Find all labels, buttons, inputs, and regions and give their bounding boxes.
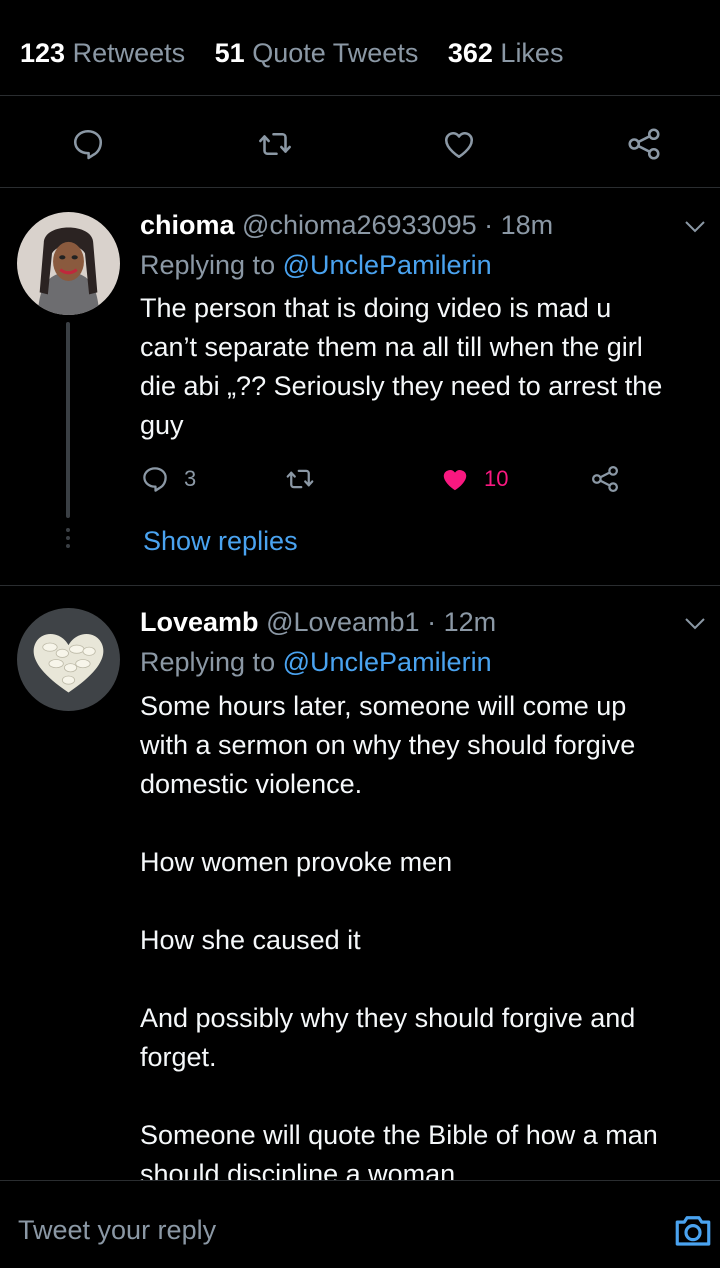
reply-icon[interactable]	[70, 126, 106, 162]
reply-input[interactable]: Tweet your reply	[18, 1215, 216, 1246]
reply-composer[interactable]: Tweet your reply	[0, 1180, 720, 1268]
display-name[interactable]: chioma	[140, 210, 235, 240]
replying-to-handle[interactable]: @UnclePamilerin	[283, 250, 492, 280]
quote-tweets-stat[interactable]: 51 Quote Tweets	[215, 38, 419, 68]
tweet-header: Loveamb @Loveamb1 · 12m	[140, 607, 496, 638]
tweet-header: chioma @chioma26933095 · 18m	[140, 210, 553, 241]
retweet-icon	[286, 469, 314, 489]
like-icon[interactable]	[441, 126, 477, 162]
share-icon[interactable]	[626, 126, 662, 162]
retweet-button[interactable]	[285, 464, 329, 494]
reply-icon	[143, 467, 167, 492]
like-count: 10	[484, 466, 509, 491]
reply-tweet[interactable]: chioma @chioma26933095 · 18m Replying to…	[0, 188, 720, 586]
avatar[interactable]	[17, 212, 120, 315]
thread-line	[66, 322, 70, 518]
share-button[interactable]	[590, 464, 634, 494]
likes-stat[interactable]: 362 Likes	[448, 38, 564, 68]
like-button[interactable]: 10	[440, 464, 508, 494]
show-replies-link[interactable]: Show replies	[143, 526, 298, 557]
display-name[interactable]: Loveamb	[140, 607, 259, 637]
camera-icon[interactable]	[672, 1209, 714, 1251]
timestamp: · 12m	[427, 607, 497, 637]
replying-to: Replying to @UnclePamilerin	[140, 250, 492, 280]
replying-to: Replying to @UnclePamilerin	[140, 647, 492, 677]
tweet-text: The person that is doing video is mad u …	[140, 293, 663, 440]
chevron-down-icon[interactable]	[684, 220, 706, 234]
retweets-stat[interactable]: 123 Retweets	[20, 38, 185, 68]
username[interactable]: @Loveamb1	[266, 607, 420, 637]
avatar[interactable]	[17, 608, 120, 711]
tweet-text: Some hours later, someone will come up w…	[140, 691, 658, 1180]
timestamp: · 18m	[484, 210, 554, 240]
reply-count: 3	[184, 466, 197, 491]
username[interactable]: @chioma26933095	[242, 210, 477, 240]
retweet-icon[interactable]	[257, 126, 293, 162]
reply-button[interactable]: 3	[140, 464, 196, 494]
engagement-stats: 123 Retweets 51 Quote Tweets 362 Likes	[0, 0, 720, 96]
reply-tweet[interactable]: Loveamb @Loveamb1 · 12m Replying to @Unc…	[0, 586, 720, 1180]
thread-dots	[66, 528, 70, 552]
liked-heart-icon	[443, 470, 467, 491]
chevron-down-icon[interactable]	[684, 617, 706, 631]
tweet-action-row: 3 10	[140, 464, 640, 500]
tweet-actions	[0, 96, 720, 188]
share-icon	[592, 466, 618, 492]
replying-to-handle[interactable]: @UnclePamilerin	[283, 647, 492, 677]
